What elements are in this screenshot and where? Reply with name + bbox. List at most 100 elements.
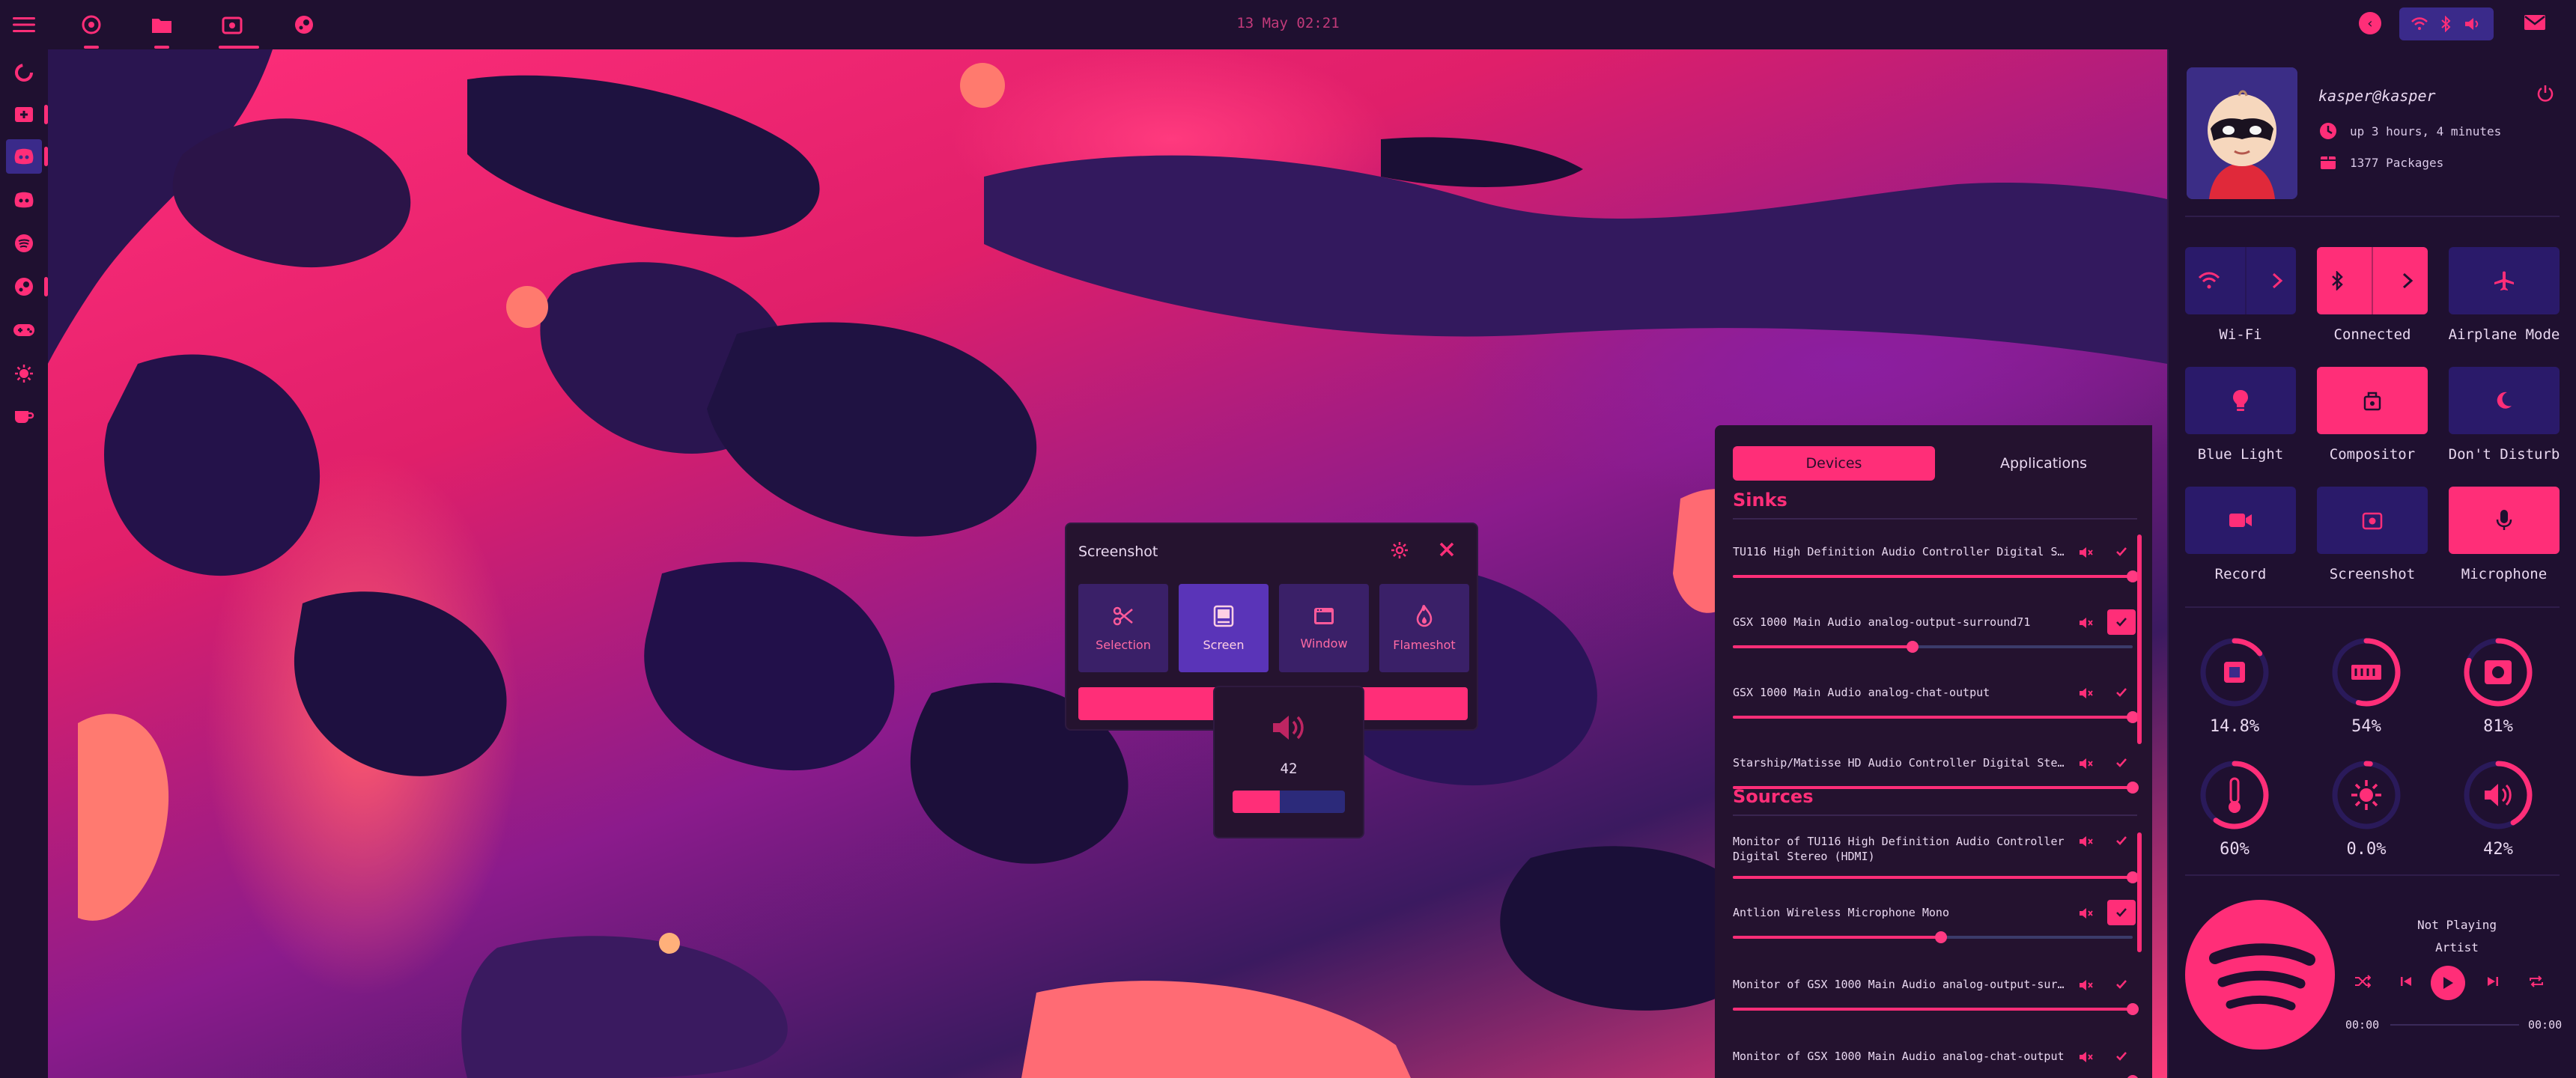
spotify-logo-icon[interactable]	[2185, 900, 2335, 1050]
set-default-button[interactable]	[2107, 1044, 2136, 1069]
volume-slider-knob[interactable]	[1907, 641, 1919, 653]
tab-devices[interactable]: Devices	[1733, 446, 1935, 481]
screenshot-app-icon[interactable]	[219, 11, 259, 49]
source-row: Antlion Wireless Microphone Mono	[1733, 900, 2137, 978]
microphone-tile[interactable]	[2449, 487, 2560, 554]
seek-bar[interactable]	[2390, 1024, 2519, 1026]
volume-slider-fill	[1733, 645, 1913, 648]
menu-icon[interactable]	[10, 11, 37, 38]
set-default-button[interactable]	[2107, 680, 2136, 705]
mute-icon[interactable]	[2076, 1047, 2097, 1068]
sources-scrollbar[interactable]	[2137, 832, 2142, 952]
set-default-button[interactable]	[2107, 750, 2136, 776]
play-button[interactable]	[2431, 966, 2465, 1000]
memory-icon	[2351, 665, 2381, 680]
option-window[interactable]: Window	[1279, 584, 1369, 672]
repeat-icon[interactable]	[2522, 967, 2551, 996]
volume-slider[interactable]	[1733, 641, 2133, 653]
dock-spotify-icon[interactable]	[6, 226, 42, 261]
tab-applications[interactable]: Applications	[1942, 446, 2145, 481]
bluetooth-icon[interactable]	[2440, 16, 2451, 32]
mute-icon[interactable]	[2076, 542, 2097, 563]
volume-slider-knob[interactable]	[2127, 1003, 2139, 1015]
airplane-tile[interactable]	[2449, 247, 2560, 314]
close-icon[interactable]	[1438, 540, 1460, 563]
time-total: 00:00	[2528, 1018, 2563, 1032]
volume-bar[interactable]	[1233, 791, 1345, 813]
option-label: Screen	[1203, 637, 1245, 652]
shuffle-icon[interactable]	[2348, 967, 2377, 996]
dock-gamepad-icon[interactable]	[6, 313, 42, 347]
option-screen[interactable]: Screen	[1179, 584, 1269, 672]
next-icon[interactable]	[2479, 967, 2507, 996]
option-label: Flameshot	[1393, 637, 1456, 652]
set-default-button[interactable]	[2107, 539, 2136, 564]
dock-coffee-icon[interactable]	[6, 400, 42, 434]
compositor-tile[interactable]	[2317, 367, 2428, 434]
volume-slider[interactable]	[1733, 711, 2139, 723]
mute-icon[interactable]	[2076, 903, 2097, 924]
previous-icon[interactable]	[2392, 967, 2420, 996]
folder-icon[interactable]	[148, 11, 175, 49]
microphone-icon	[2496, 510, 2512, 530]
blue-light-tile[interactable]	[2185, 367, 2296, 434]
set-default-button[interactable]	[2107, 828, 2136, 853]
set-default-button[interactable]	[2107, 900, 2136, 925]
dock-brightness-icon[interactable]	[6, 356, 42, 391]
chevron-right-icon[interactable]	[2271, 272, 2283, 290]
volume-slider[interactable]	[1733, 570, 2139, 582]
gear-icon[interactable]	[1390, 540, 1412, 563]
option-label: Selection	[1096, 637, 1151, 652]
system-tray[interactable]	[2399, 7, 2494, 40]
lightbulb-icon	[2233, 390, 2248, 411]
wifi-icon[interactable]	[2411, 17, 2428, 31]
dock-home-icon[interactable]	[6, 55, 42, 90]
track-title: Not Playing	[2417, 918, 2497, 932]
volume-slider[interactable]	[1733, 1003, 2139, 1015]
mute-icon[interactable]	[2076, 831, 2097, 852]
clock[interactable]: 13 May 02:21	[1228, 15, 1348, 31]
dock-discord-icon[interactable]	[6, 139, 48, 174]
wifi-tile[interactable]	[2185, 247, 2296, 314]
brightness-icon	[2351, 780, 2381, 810]
dock-remote-icon[interactable]	[6, 97, 48, 132]
source-name: Antlion Wireless Microphone Mono	[1733, 906, 1949, 919]
volume-bar-fill	[1233, 791, 1280, 813]
avatar	[2187, 67, 2297, 199]
mute-icon[interactable]	[2076, 975, 2097, 996]
steam-icon[interactable]	[291, 11, 318, 38]
volume-slider-knob[interactable]	[2127, 1075, 2139, 1078]
dialog-title: Screenshot	[1078, 543, 1158, 560]
volume-slider[interactable]	[1733, 931, 2133, 943]
option-selection[interactable]: Selection	[1078, 584, 1168, 672]
mute-icon[interactable]	[2076, 612, 2097, 633]
dock-steam-icon[interactable]	[6, 270, 48, 304]
set-default-button[interactable]	[2107, 972, 2136, 997]
screenshot-tile[interactable]	[2317, 487, 2428, 554]
sinks-scrollbar[interactable]	[2137, 535, 2142, 744]
mute-icon[interactable]	[2076, 753, 2097, 774]
dont-disturb-tile[interactable]	[2449, 367, 2560, 434]
back-arrow-icon[interactable]: ‹	[2359, 12, 2381, 34]
set-default-button[interactable]	[2107, 609, 2136, 635]
volume-icon[interactable]	[2464, 16, 2482, 31]
source-name: Monitor of GSX 1000 Main Audio analog-ch…	[1733, 1050, 2065, 1063]
sink-name: GSX 1000 Main Audio analog-chat-output	[1733, 686, 1990, 699]
dock-discord-icon-2[interactable]	[6, 183, 42, 217]
power-icon[interactable]	[2536, 84, 2558, 106]
track-artist: Artist	[2435, 940, 2479, 954]
compositor-icon	[2363, 392, 2381, 411]
mute-icon[interactable]	[2076, 683, 2097, 704]
divider	[2185, 606, 2560, 608]
browser-icon[interactable]	[78, 11, 105, 49]
volume-slider[interactable]	[1733, 871, 2139, 883]
chevron-right-icon[interactable]	[2402, 272, 2414, 290]
volume-slider-knob[interactable]	[1934, 931, 1947, 943]
volume-slider-knob[interactable]	[2127, 782, 2139, 794]
sources-heading: Sources	[1733, 786, 1814, 807]
record-tile[interactable]	[2185, 487, 2296, 554]
source-row: Monitor of GSX 1000 Main Audio analog-ou…	[1733, 975, 2139, 1050]
option-flameshot[interactable]: Flameshot	[1379, 584, 1469, 672]
bluetooth-tile[interactable]	[2317, 247, 2428, 314]
mail-icon[interactable]	[2524, 13, 2548, 34]
